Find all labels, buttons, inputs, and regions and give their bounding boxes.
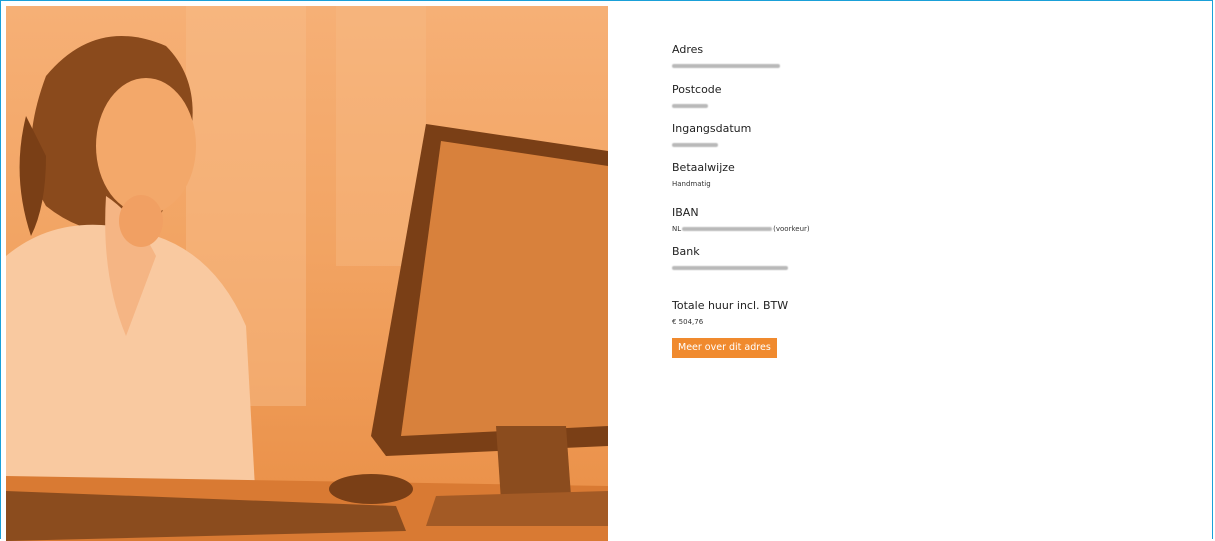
adres-field: Adres <box>672 43 780 71</box>
iban-prefix: NL <box>672 225 682 233</box>
iban-value: NL (voorkeur) <box>672 224 810 234</box>
betaalwijze-value: Handmatig <box>672 180 711 188</box>
totale-huur-field: Totale huur incl. BTW € 504,76 <box>672 299 788 327</box>
totale-huur-label: Totale huur incl. BTW <box>672 299 789 312</box>
adres-label: Adres <box>672 43 704 56</box>
betaalwijze-label: Betaalwijze <box>672 161 735 174</box>
meer-over-dit-adres-button[interactable]: Meer over dit adres <box>672 338 777 358</box>
totale-huur-value: € 504,76 <box>672 318 704 326</box>
postcode-value <box>672 101 722 111</box>
ingangsdatum-label: Ingangsdatum <box>672 122 752 135</box>
iban-label: IBAN <box>672 206 699 219</box>
redacted-iban <box>682 227 773 231</box>
iban-field: IBAN NL (voorkeur) <box>672 206 810 234</box>
bank-field: Bank <box>672 245 788 273</box>
iban-suffix: (voorkeur) <box>773 225 810 233</box>
ingangsdatum-field: Ingangsdatum <box>672 122 751 150</box>
redacted-bank <box>672 266 788 270</box>
woman-at-computer-illustration <box>6 6 608 541</box>
bank-label: Bank <box>672 245 700 258</box>
ingangsdatum-value <box>672 140 751 150</box>
postcode-field: Postcode <box>672 83 722 111</box>
bank-value <box>672 263 788 273</box>
hero-photo <box>6 6 608 541</box>
redacted-adres <box>672 64 780 68</box>
redacted-postcode <box>672 104 708 108</box>
adres-value <box>672 61 780 71</box>
redacted-ingangsdatum <box>672 143 718 147</box>
postcode-label: Postcode <box>672 83 722 96</box>
betaalwijze-field: Betaalwijze Handmatig <box>672 161 735 189</box>
